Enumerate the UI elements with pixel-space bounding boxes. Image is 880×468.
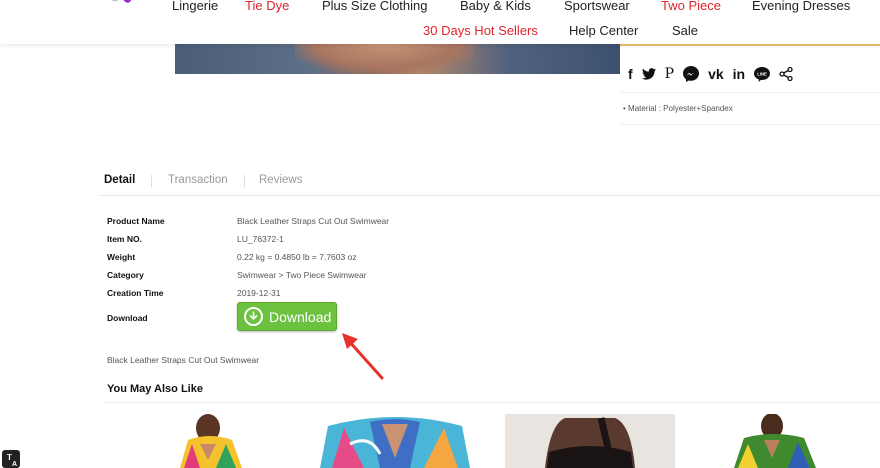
tabs-underline [100,195,880,196]
weight-label: Weight [107,252,136,262]
related-section-title: You May Also Like [107,383,203,395]
weight-value: 0.22 kg = 0.4850 lb = 7.7603 oz [237,252,357,262]
site-header: Lingerie Tie Dye Plus Size Clothing Baby… [0,0,880,44]
facebook-icon[interactable]: f [628,64,633,84]
material-text: Material : Polyester+Spandex [628,104,733,113]
tab-divider [151,175,152,187]
brand-logo[interactable] [102,0,138,12]
tab-detail[interactable]: Detail [104,174,135,186]
translate-icon[interactable]: T A [0,446,22,468]
tab-reviews[interactable]: Reviews [259,174,302,186]
vk-icon[interactable]: vk [708,64,724,84]
nav-item-help-center[interactable]: Help Center [569,23,638,38]
nav-item-sportswear[interactable]: Sportswear [564,0,630,13]
svg-text:A: A [12,461,17,468]
product-name-value: Black Leather Straps Cut Out Swimwear [237,216,390,226]
related-product-image[interactable] [320,414,470,468]
messenger-icon[interactable] [683,66,700,82]
product-name-label: Product Name [107,216,165,226]
linkedin-icon[interactable]: in [733,64,745,84]
download-button[interactable]: Download [237,302,337,331]
nav-item-lingerie[interactable]: Lingerie [172,0,218,13]
divider [620,124,880,125]
twitter-icon[interactable] [641,68,656,80]
download-label: Download [107,313,148,323]
nav-item-tie-dye[interactable]: Tie Dye [245,0,289,13]
category-label: Category [107,270,144,280]
category-value: Swimwear > Two Piece Swimwear [237,270,367,280]
nav-item-plus-size-clothing[interactable]: Plus Size Clothing [322,0,428,13]
nav-item-two-piece[interactable]: Two Piece [661,0,721,13]
nav-item-30-days-hot-sellers[interactable]: 30 Days Hot Sellers [423,23,538,38]
item-no-value: LU_76372-1 [237,234,284,244]
pinterest-icon[interactable]: P [665,64,674,84]
share-bar: f P vk in LINE [628,64,793,84]
share-icon[interactable] [779,67,793,81]
nav-item-baby-kids[interactable]: Baby & Kids [460,0,531,13]
panel-divider [620,44,880,46]
annotation-arrow [342,333,384,380]
nav-item-sale[interactable]: Sale [672,23,698,38]
product-description: Black Leather Straps Cut Out Swimwear [107,355,260,365]
download-button-label: Download [269,308,332,325]
line-icon[interactable]: LINE [754,66,771,82]
related-product-image[interactable] [170,414,250,468]
section-divider [104,402,880,403]
product-image [175,44,620,74]
divider [620,92,880,93]
material-bullet: • Material : Polyester+Spandex [623,104,733,113]
creation-time-value: 2019-12-31 [237,288,281,298]
related-product-image[interactable] [730,414,820,468]
item-no-label: Item NO. [107,234,142,244]
nav-item-evening-dresses[interactable]: Evening Dresses [752,0,850,13]
tab-transaction[interactable]: Transaction [168,174,228,186]
download-icon [244,307,263,326]
creation-time-label: Creation Time [107,288,164,298]
related-product-image[interactable] [505,414,675,468]
tab-divider [244,175,245,187]
svg-text:LINE: LINE [757,71,767,76]
